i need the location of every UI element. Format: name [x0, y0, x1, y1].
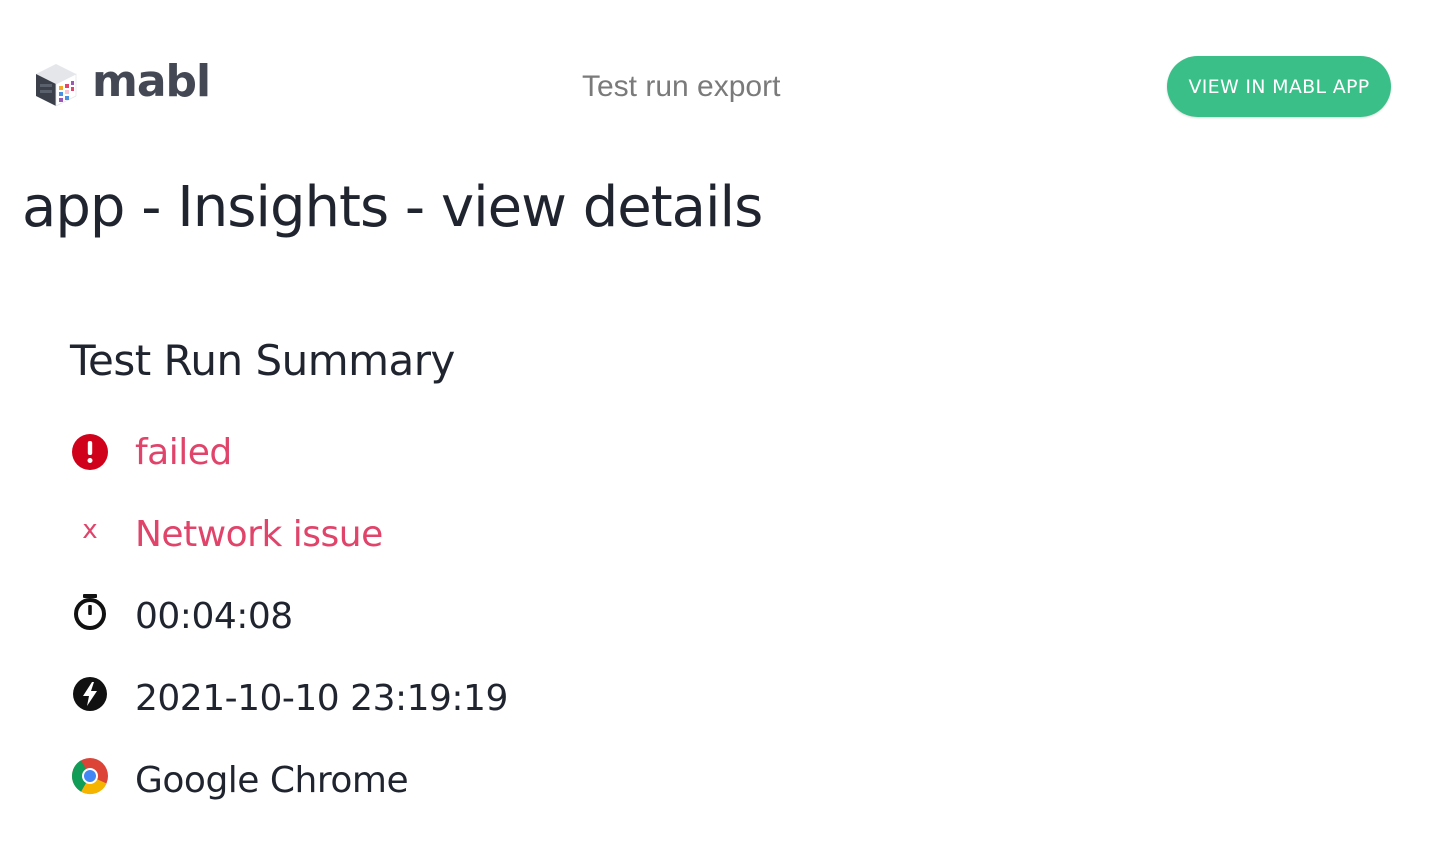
header: mabl Test run export VIEW IN MABL APP: [0, 0, 1430, 130]
start-time-text: 2021-10-10 23:19:19: [135, 678, 508, 719]
lightning-bolt-icon: [70, 674, 110, 714]
stopwatch-icon: [70, 592, 110, 632]
view-in-mabl-app-button[interactable]: VIEW IN MABL APP: [1167, 56, 1391, 117]
alert-circle-icon: [70, 432, 110, 472]
mabl-logo[interactable]: mabl: [32, 56, 211, 114]
test-run-summary: Test Run Summary failed x Network issue: [70, 336, 770, 799]
mabl-logo-icon: [36, 64, 77, 107]
page-title: app - Insights - view details: [22, 175, 763, 240]
chrome-icon: [70, 756, 110, 796]
logo-wordmark: mabl: [92, 56, 211, 107]
duration-text: 00:04:08: [135, 596, 293, 637]
failure-reason-text: Network issue: [135, 514, 383, 555]
browser-text: Google Chrome: [135, 760, 409, 801]
x-icon: x: [82, 515, 98, 545]
status-text: failed: [135, 432, 232, 473]
page: mabl Test run export VIEW IN MABL APP ap…: [0, 0, 1430, 856]
summary-heading: Test Run Summary: [70, 336, 455, 385]
header-title: Test run export: [582, 70, 781, 103]
